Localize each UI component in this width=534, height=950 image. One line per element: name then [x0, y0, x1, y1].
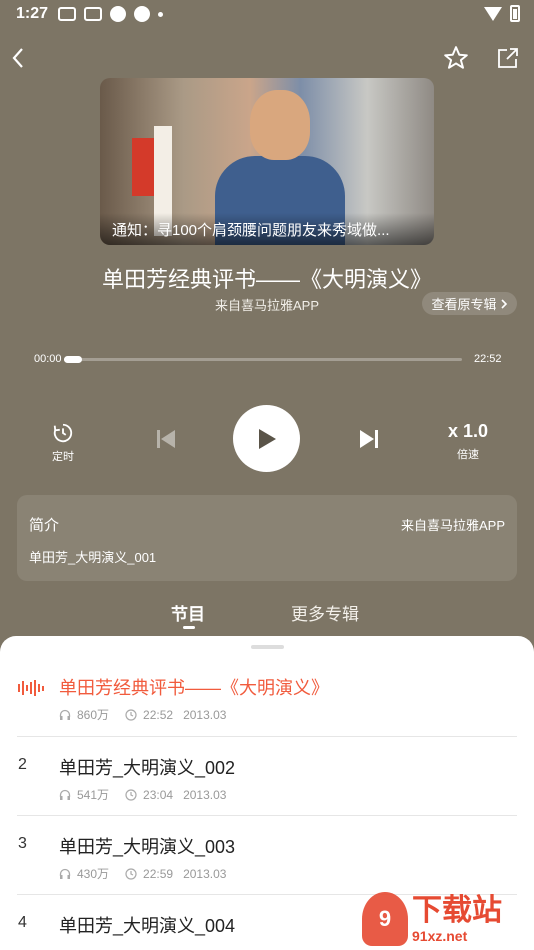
back-button[interactable]	[0, 40, 36, 76]
tab-episodes[interactable]: 节目	[171, 600, 205, 625]
watermark-logo: 9	[362, 892, 408, 946]
watermark-main-text: 下载站	[412, 894, 502, 927]
progress-slider[interactable]	[64, 356, 462, 363]
app-notification-icon	[110, 6, 127, 22]
skip-next-icon	[360, 430, 378, 448]
status-bar: 1:27	[0, 0, 534, 28]
play-button[interactable]	[233, 405, 300, 472]
intro-title: 简介	[29, 517, 60, 534]
speed-value: x 1.0	[448, 421, 489, 441]
album-cover[interactable]: 通知：寻100个肩颈腰问题朋友来秀域做...	[100, 78, 434, 245]
episode-plays: 430万	[77, 867, 110, 881]
headphones-icon	[59, 789, 71, 800]
tab-bar: 节目 更多专辑	[0, 600, 534, 630]
playing-wave-icon	[18, 680, 44, 696]
episode-plays: 541万	[77, 788, 110, 802]
app-notification-icon	[134, 6, 151, 22]
episode-date: 2013.03	[183, 787, 227, 802]
album-title: 单田芳经典评书——《大明演义》	[101, 267, 432, 292]
episode-index: 3	[18, 835, 27, 852]
progress-row: 00:00 22:52	[0, 352, 534, 368]
timer-icon	[53, 423, 73, 443]
current-time: 00:00	[34, 353, 62, 365]
notification-icons	[58, 6, 164, 22]
episode-meta: 541万 23:04 2013.03	[59, 786, 226, 803]
total-time: 22:52	[474, 353, 502, 365]
episode-duration: 22:52	[143, 707, 174, 722]
episode-plays: 860万	[77, 708, 110, 722]
episode-meta: 430万 22:59 2013.03	[59, 865, 226, 882]
next-button[interactable]	[358, 428, 380, 450]
watermark-sub-text: 91xz.net	[412, 928, 502, 944]
episode-date: 2013.03	[183, 866, 227, 881]
episode-title: 单田芳_大明演义_002	[59, 758, 236, 778]
timer-label: 定时	[52, 451, 74, 463]
speed-button[interactable]: x 1.0 倍速	[448, 421, 488, 462]
playback-controls: 定时 x 1.0 倍速	[0, 405, 534, 472]
chevron-right-icon	[500, 298, 507, 309]
progress-thumb[interactable]	[64, 356, 82, 363]
headphones-icon	[59, 868, 71, 879]
more-notifications-icon	[158, 11, 164, 17]
intro-description: 单田芳_大明演义_001	[29, 550, 157, 565]
share-button[interactable]	[490, 40, 526, 76]
skip-previous-icon	[157, 430, 175, 448]
clock-icon	[125, 788, 137, 801]
play-icon	[258, 428, 276, 449]
previous-button[interactable]	[155, 428, 177, 450]
status-time: 1:27	[16, 5, 49, 22]
site-watermark: 9 下载站 91xz.net	[362, 888, 534, 950]
app-notification-icon	[84, 7, 103, 21]
episode-index: 4	[18, 914, 27, 931]
episode-index: 2	[18, 756, 27, 773]
episode-date: 2013.03	[183, 707, 227, 722]
view-original-label: 查看原专辑	[431, 297, 497, 312]
star-icon	[444, 46, 468, 69]
top-nav	[0, 40, 534, 76]
timer-button[interactable]: 定时	[52, 422, 74, 464]
app-notification-icon	[58, 7, 77, 21]
headphones-icon	[59, 709, 71, 720]
wifi-icon	[484, 6, 502, 21]
episode-duration: 23:04	[143, 787, 174, 802]
clock-icon	[125, 867, 137, 880]
chevron-left-icon	[12, 48, 23, 68]
clock-icon	[125, 708, 137, 721]
episode-row[interactable]: 3 单田芳_大明演义_003 430万 22:59 2013.03	[0, 815, 534, 894]
episode-meta: 860万 22:52 2013.03	[59, 706, 226, 723]
episode-title: 单田芳_大明演义_003	[59, 837, 236, 857]
share-icon	[498, 48, 518, 68]
episode-title: 单田芳经典评书——《大明演义》	[59, 678, 329, 698]
favorite-button[interactable]	[438, 40, 474, 76]
episode-row[interactable]: 单田芳经典评书——《大明演义》 860万 22:52 2013.03	[0, 636, 534, 722]
episode-title: 单田芳_大明演义_004	[59, 916, 236, 936]
view-original-album-button[interactable]: 查看原专辑	[422, 292, 517, 315]
intro-card[interactable]: 简介 来自喜马拉雅APP 单田芳_大明演义_001	[17, 495, 517, 581]
tab-more-albums[interactable]: 更多专辑	[291, 600, 359, 625]
cover-caption: 通知：寻100个肩颈腰问题朋友来秀域做...	[100, 213, 434, 245]
battery-icon	[510, 5, 520, 22]
episode-row[interactable]: 2 单田芳_大明演义_002 541万 23:04 2013.03	[0, 736, 534, 815]
active-tab-indicator	[183, 626, 195, 629]
intro-source: 来自喜马拉雅APP	[400, 518, 505, 533]
speed-label: 倍速	[457, 449, 480, 461]
episode-duration: 22:59	[143, 866, 174, 881]
